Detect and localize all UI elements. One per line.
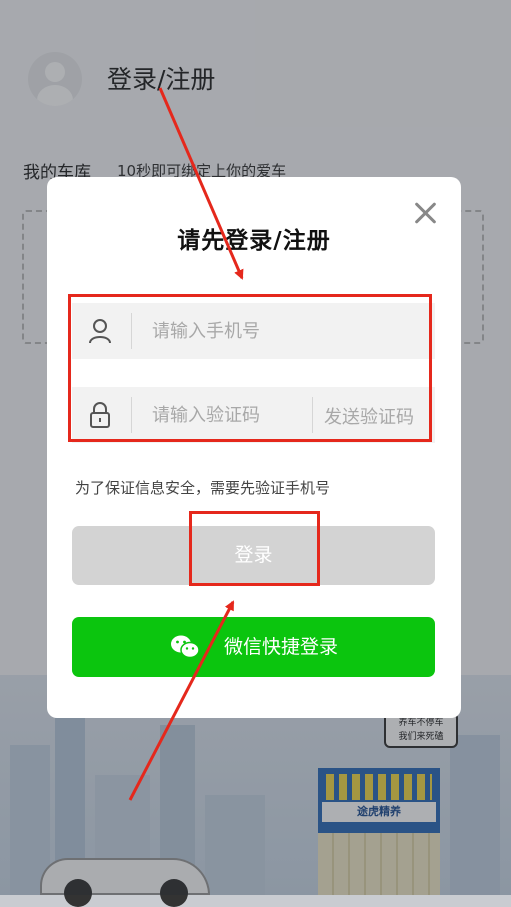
close-icon[interactable] bbox=[413, 201, 437, 225]
security-notice: 为了保证信息安全，需要先验证手机号 bbox=[75, 479, 331, 497]
phone-input[interactable] bbox=[152, 313, 412, 349]
field-divider bbox=[131, 397, 132, 433]
lock-icon bbox=[90, 402, 110, 428]
wechat-login-button[interactable]: 微信快捷登录 bbox=[72, 617, 435, 677]
user-icon bbox=[89, 319, 111, 344]
field-divider bbox=[131, 313, 132, 349]
code-input[interactable] bbox=[152, 397, 302, 433]
field-divider bbox=[312, 397, 313, 433]
code-field[interactable]: 发送验证码 bbox=[72, 387, 435, 443]
send-code-button[interactable]: 发送验证码 bbox=[324, 403, 414, 429]
login-dialog: 请先登录/注册 发送验证码 为了保证信息安全，需要先验证手机号 登录 bbox=[47, 177, 461, 718]
wechat-login-label: 微信快捷登录 bbox=[224, 636, 339, 658]
wechat-icon bbox=[171, 635, 200, 659]
dialog-title: 请先登录/注册 bbox=[177, 228, 331, 254]
login-button[interactable]: 登录 bbox=[72, 526, 435, 585]
phone-field[interactable] bbox=[72, 303, 435, 359]
